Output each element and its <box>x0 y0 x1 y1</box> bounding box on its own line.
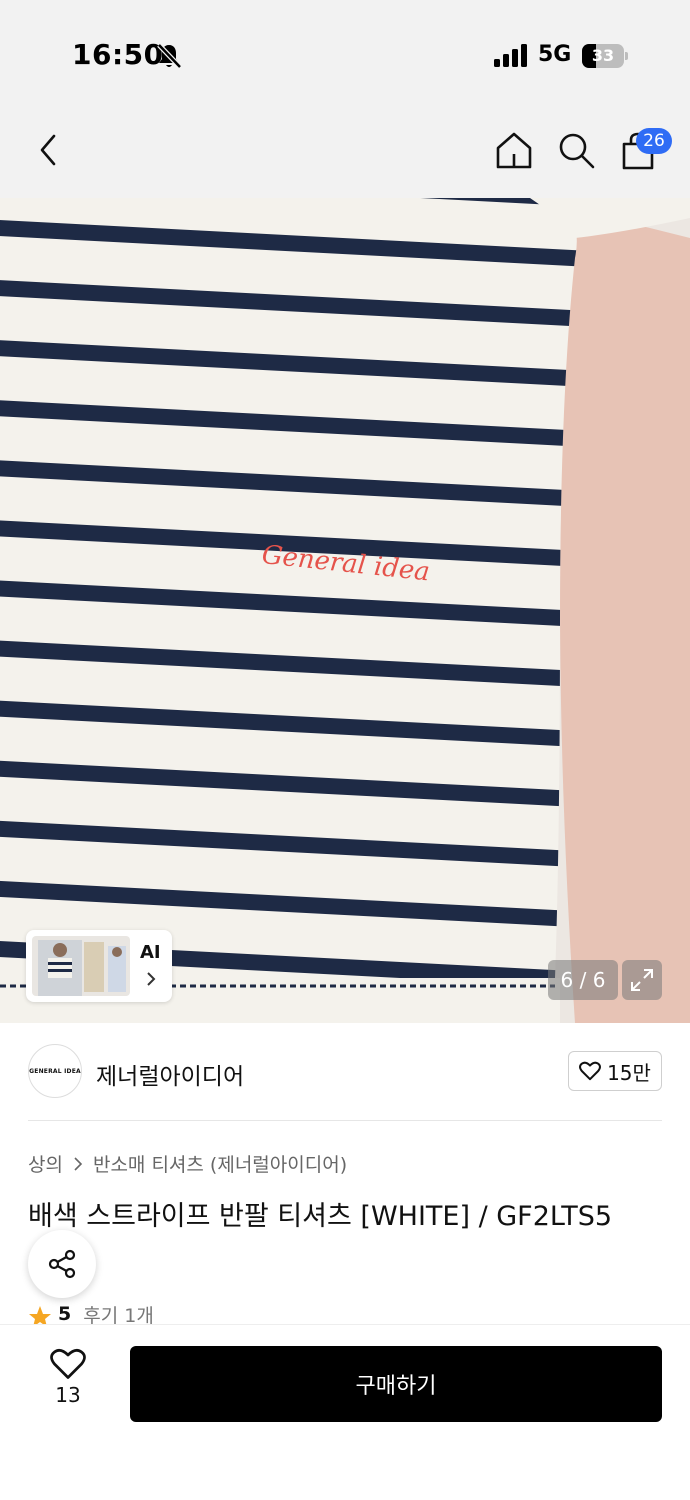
share-icon <box>48 1249 76 1279</box>
review-count-link[interactable]: 후기 1개 <box>83 1304 154 1325</box>
wishlist-count: 13 <box>55 1383 81 1407</box>
wishlist-button[interactable]: 13 <box>40 1347 96 1417</box>
expand-button[interactable] <box>622 960 662 1000</box>
styling-thumbnail <box>32 936 130 996</box>
heart-icon <box>579 1061 602 1081</box>
breadcrumb-item-top[interactable]: 상의 <box>28 1150 63 1177</box>
battery-icon: 33 <box>582 44 628 68</box>
home-button[interactable] <box>492 128 536 172</box>
ai-styling-card[interactable]: AI <box>26 930 172 1002</box>
back-button[interactable] <box>26 128 70 172</box>
search-icon <box>559 133 595 169</box>
breadcrumb-item-category[interactable]: 반소매 티셔츠 (제너럴아이디어) <box>93 1150 347 1177</box>
brand-like-count: 15만 <box>607 1060 651 1085</box>
product-photo: General idea <box>0 198 690 1023</box>
heart-icon <box>50 1348 86 1379</box>
divider <box>28 1120 662 1121</box>
top-nav <box>0 100 690 198</box>
rating-row: 5 후기 1개 <box>28 1304 154 1324</box>
product-title: 배색 스트라이프 반팔 티셔츠 [WHITE] / GF2LTS5 <box>28 1201 613 1232</box>
status-time: 16:50 <box>72 38 164 71</box>
breadcrumb: 상의 반소매 티셔츠 (제너럴아이디어) <box>28 1150 347 1177</box>
chevron-right-icon <box>147 972 156 986</box>
star-icon <box>29 1306 51 1324</box>
expand-icon <box>631 969 653 991</box>
chevron-right-icon <box>74 1156 83 1171</box>
share-button[interactable] <box>28 1230 96 1298</box>
ai-label: AI <box>140 942 161 963</box>
chevron-left-icon <box>40 134 56 166</box>
brand-logo[interactable]: GENERAL IDEA <box>28 1044 82 1098</box>
status-bar: 16:50 5G 33 <box>0 0 690 100</box>
battery-level: 33 <box>591 46 615 65</box>
signal-icon <box>494 44 527 67</box>
buy-button[interactable]: 구매하기 <box>130 1346 662 1422</box>
image-counter: 6 / 6 <box>548 960 618 1000</box>
brand-name[interactable]: 제너럴아이디어 <box>96 1057 244 1091</box>
network-label: 5G <box>538 42 572 67</box>
bottom-action-bar: 13 구매하기 <box>0 1324 690 1500</box>
rating-score: 5 <box>58 1304 72 1324</box>
search-button[interactable] <box>554 128 598 172</box>
brand-like-button[interactable]: 15만 <box>568 1051 662 1091</box>
bell-slash-icon <box>157 43 182 69</box>
cart-count-badge: 26 <box>636 128 672 154</box>
product-image[interactable]: General idea <box>0 198 690 1023</box>
home-icon <box>496 132 532 169</box>
